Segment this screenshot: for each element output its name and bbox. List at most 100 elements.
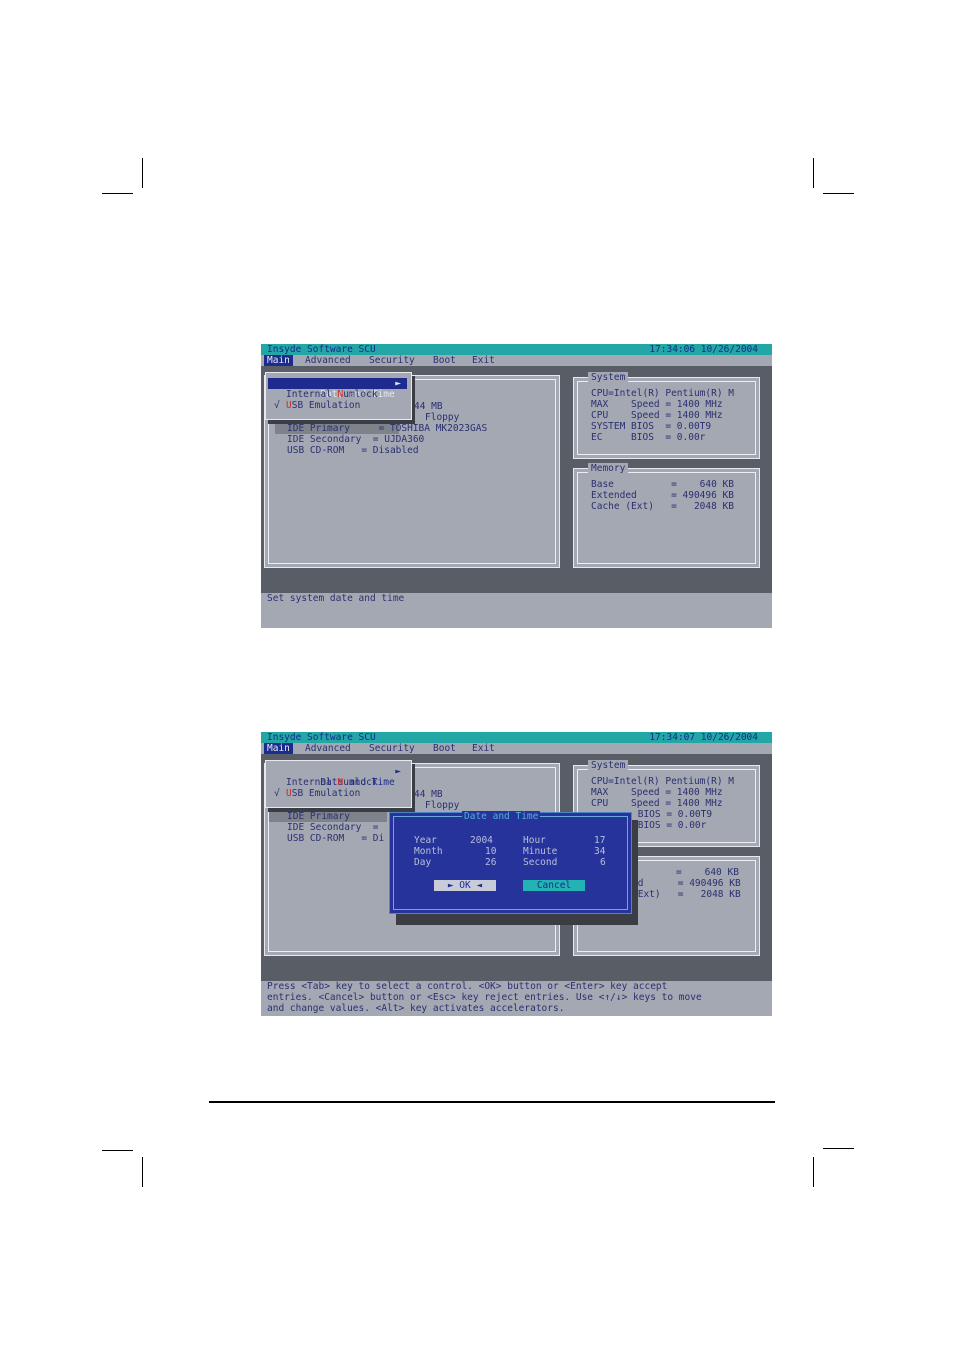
menu-item-label: SB Emulation	[291, 788, 361, 799]
status-text-line-2: entries. <Cancel> button or <Esc> key re…	[267, 992, 702, 1003]
status-text-line-1: Press <Tab> key to select a control. <OK…	[267, 981, 668, 992]
menu-boot[interactable]: Boot	[433, 743, 456, 754]
submenu-arrow-icon: ►	[395, 378, 401, 389]
ide-secondary-row[interactable]: IDE Secondary =	[287, 822, 379, 833]
title-bar: Insyde Software SCU 17:34:07 10/26/2004	[261, 732, 772, 743]
year-label: Year	[414, 835, 437, 846]
dialog-shadow	[631, 820, 638, 914]
menu-bar: Main Advanced Security Boot Exit	[261, 743, 772, 755]
memory-cache: (Ext) = 2048 KB	[632, 889, 741, 900]
ide-primary-row[interactable]: IDE Primary = TOSHIBA MK2023GAS	[287, 423, 487, 434]
menu-advanced[interactable]: Advanced	[305, 743, 351, 754]
memory-extended: ed = 490496 KB	[632, 878, 741, 889]
app-title: Insyde Software SCU	[267, 344, 376, 355]
menu-advanced[interactable]: Advanced	[305, 355, 351, 366]
system-panel: System CPU=Intel(R) Pentium(R) M MAX Spe…	[573, 372, 760, 459]
menu-item-label: Internal	[286, 389, 338, 400]
title-bar: Insyde Software SCU 17:34:06 10/26/2004	[261, 344, 772, 355]
menu-item-usb-emulation[interactable]: √ USB Emulation	[268, 400, 407, 411]
panel-title: System	[588, 760, 629, 772]
memory-readout: 44 MB	[414, 401, 443, 412]
hour-label: Hour	[523, 835, 546, 846]
usb-cdrom-row[interactable]: USB CD-ROM = Di	[287, 833, 384, 844]
menu-security[interactable]: Security	[369, 743, 415, 754]
month-field[interactable]: 10	[485, 846, 496, 857]
system-cpu: CPU=Intel(R) Pentium(R) M	[591, 776, 734, 787]
menu-item-label: SB Emulation	[291, 400, 361, 411]
submenu-arrow-icon: ►	[395, 766, 401, 777]
system-max-speed: MAX Speed = 1400 MHz	[591, 787, 723, 798]
status-text-line-3: and change values. <Alt> key activates a…	[267, 1003, 565, 1014]
menu-security[interactable]: Security	[369, 355, 415, 366]
memory-extended: Extended = 490496 KB	[591, 490, 734, 501]
crop-mark	[813, 1157, 814, 1187]
crop-mark	[823, 193, 854, 194]
bios-screen-main-menu: Insyde Software SCU 17:34:06 10/26/2004 …	[261, 344, 772, 628]
page-footer-rule	[209, 1101, 775, 1103]
menu-exit[interactable]: Exit	[472, 743, 495, 754]
system-cpu-speed: CPU Speed = 1400 MHz	[591, 798, 723, 809]
menu-item-date-time[interactable]: Date and Time ►	[268, 378, 407, 400]
status-text: Set system date and time	[267, 593, 405, 604]
dialog-title: Date and Time	[462, 811, 541, 823]
crop-mark	[102, 1150, 133, 1151]
crop-mark	[813, 158, 814, 188]
crop-mark	[142, 158, 143, 188]
status-bar: Press <Tab> key to select a control. <OK…	[261, 981, 772, 1016]
month-label: Month	[414, 846, 443, 857]
memory-cache: Cache (Ext) = 2048 KB	[591, 501, 734, 512]
date-time-dialog: Date and Time Year 2004 Month 10 Day 26 …	[389, 811, 632, 914]
dialog-shadow	[396, 913, 638, 925]
memory-panel: Memory Base = 640 KB Extended = 490496 K…	[573, 463, 760, 568]
floppy-readout: Floppy	[425, 412, 460, 423]
check-icon: √	[274, 788, 280, 799]
second-field[interactable]: 6	[600, 857, 606, 868]
menu-item-label: Internal	[286, 777, 338, 788]
menu-item-label: umlock	[343, 389, 378, 400]
status-bar: Set system date and time	[261, 593, 772, 628]
hour-field[interactable]: 17	[594, 835, 605, 846]
menu-main[interactable]: Main	[264, 743, 293, 755]
ec-bios: BIOS = 0.00r	[632, 820, 707, 831]
crop-mark	[823, 1148, 854, 1149]
menu-item-label: umlock	[343, 777, 378, 788]
menu-boot[interactable]: Boot	[433, 355, 456, 366]
minute-label: Minute	[523, 846, 558, 857]
crop-mark	[102, 193, 133, 194]
main-dropdown-menu: Date and Time ► Internal Numlock √ USB Em…	[265, 372, 412, 420]
main-dropdown-menu: Date and Time ► Internal Numlock √ USB Em…	[265, 760, 412, 808]
panel-title: Memory	[588, 463, 629, 475]
minute-field[interactable]: 34	[594, 846, 605, 857]
ok-button[interactable]: ► OK ◄	[434, 880, 496, 891]
check-icon: √	[274, 400, 280, 411]
memory-base: Base = 640 KB	[591, 479, 734, 490]
system-bios: SYSTEM BIOS = 0.00T9	[591, 421, 712, 432]
menu-item-usb-emulation[interactable]: √ USB Emulation	[268, 788, 407, 799]
cancel-button[interactable]: Cancel	[523, 880, 585, 891]
ide-secondary-row[interactable]: IDE Secondary = UJDA360	[287, 434, 424, 445]
crop-mark	[142, 1157, 143, 1187]
ide-primary-row[interactable]: IDE Primary	[287, 811, 350, 822]
usb-cdrom-row[interactable]: USB CD-ROM = Disabled	[287, 445, 419, 456]
year-field[interactable]: 2004	[470, 835, 493, 846]
system-cpu: CPU=Intel(R) Pentium(R) M	[591, 388, 734, 399]
ec-bios: EC BIOS = 0.00r	[591, 432, 706, 443]
panel-title: System	[588, 372, 629, 384]
menu-exit[interactable]: Exit	[472, 355, 495, 366]
menu-main[interactable]: Main	[264, 355, 293, 367]
bios-screen-date-time-dialog: Insyde Software SCU 17:34:07 10/26/2004 …	[261, 732, 772, 1016]
system-bios: BIOS = 0.00T9	[632, 809, 713, 820]
second-label: Second	[523, 857, 558, 868]
day-field[interactable]: 26	[485, 857, 496, 868]
floppy-readout: Floppy	[425, 800, 460, 811]
menu-item-date-time[interactable]: Date and Time ►	[268, 766, 407, 788]
clock-readout: 17:34:06 10/26/2004	[649, 344, 758, 355]
menu-bar: Main Advanced Security Boot Exit	[261, 355, 772, 367]
clock-readout: 17:34:07 10/26/2004	[649, 732, 758, 743]
menu-item-internal-numlock[interactable]: Internal Numlock	[268, 777, 407, 788]
memory-base: = 640 KB	[676, 867, 739, 878]
system-cpu-speed: CPU Speed = 1400 MHz	[591, 410, 723, 421]
day-label: Day	[414, 857, 432, 868]
memory-readout: 44 MB	[414, 789, 443, 800]
menu-item-internal-numlock[interactable]: Internal Numlock	[268, 389, 407, 400]
